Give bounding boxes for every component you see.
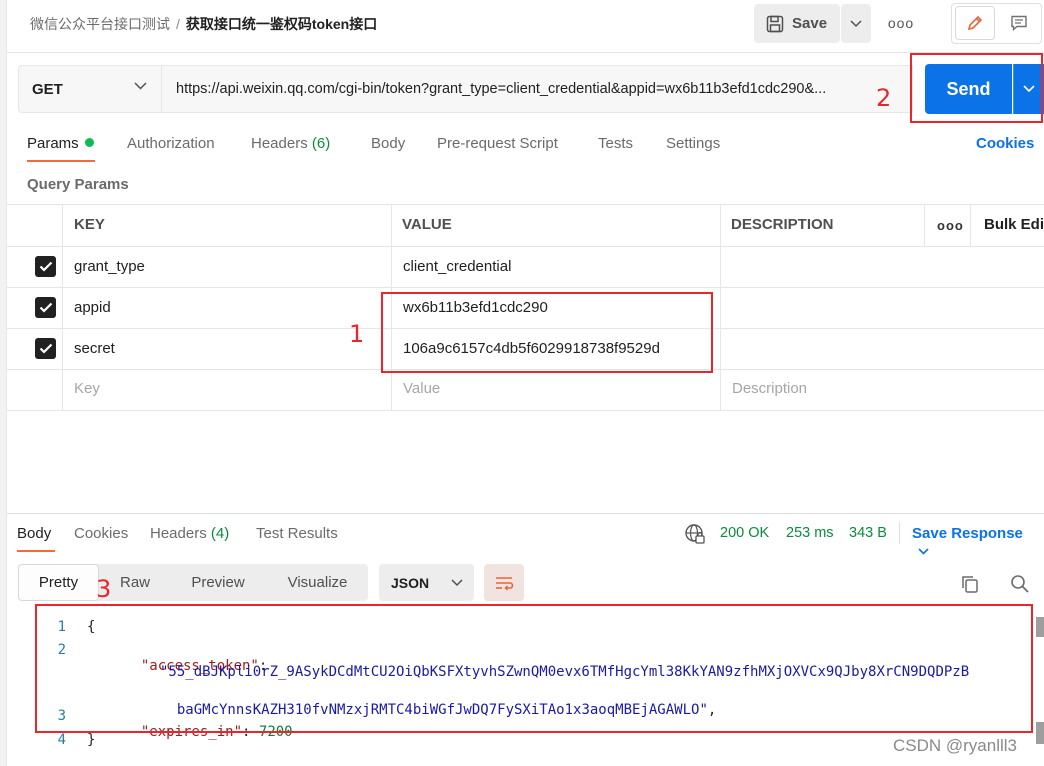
method-select[interactable]: GET xyxy=(18,65,162,113)
param-key-cell[interactable]: grant_type xyxy=(74,258,145,275)
table-options-button[interactable]: ooo xyxy=(937,218,964,233)
url-value: https://api.weixin.qq.com/cgi-bin/token?… xyxy=(176,81,827,97)
format-tab-pretty[interactable]: Pretty xyxy=(18,564,99,601)
response-tab-cookies[interactable]: Cookies xyxy=(74,525,128,542)
tab-headers[interactable]: Headers (6) xyxy=(251,135,330,152)
status-divider xyxy=(899,522,900,544)
response-language-select[interactable]: JSON xyxy=(379,564,474,601)
params-active-dot xyxy=(84,138,94,147)
table-col-divider xyxy=(924,204,925,246)
param-enabled-checkbox[interactable] xyxy=(35,338,56,359)
new-param-value-input[interactable]: Value xyxy=(403,380,440,397)
save-response-label: Save Response xyxy=(912,525,1023,542)
comment-icon xyxy=(1011,15,1027,32)
table-border xyxy=(7,287,1044,288)
breadcrumb-collection[interactable]: 微信公众平台接口测试 xyxy=(30,16,170,32)
globe-icon[interactable] xyxy=(684,523,706,545)
tab-headers-label: Headers xyxy=(251,135,308,152)
save-icon xyxy=(766,15,784,32)
response-time[interactable]: 253 ms xyxy=(786,525,834,541)
json-brace-close: } xyxy=(87,732,96,748)
table-border-bottom xyxy=(7,410,1044,411)
chevron-down-icon xyxy=(451,578,463,586)
param-enabled-checkbox[interactable] xyxy=(35,256,56,277)
format-tab-raw[interactable]: Raw xyxy=(104,564,166,601)
headers-count: (6) xyxy=(311,135,331,152)
query-params-heading: Query Params xyxy=(27,176,129,193)
save-button-label: Save xyxy=(792,15,828,32)
response-divider xyxy=(7,513,1044,514)
tab-params-label: Params xyxy=(27,135,79,152)
response-status[interactable]: 200 OK xyxy=(720,525,769,541)
annotation-box-response xyxy=(35,604,1033,733)
tab-authorization[interactable]: Authorization xyxy=(127,135,215,152)
chevron-down-icon xyxy=(850,19,862,27)
tab-settings[interactable]: Settings xyxy=(666,135,720,152)
checkmark-icon xyxy=(39,261,52,272)
column-header-value: VALUE xyxy=(402,216,452,233)
save-options-button[interactable] xyxy=(841,4,871,43)
table-border-top xyxy=(7,204,1044,205)
header-divider xyxy=(7,52,1044,53)
response-scrollbar-thumb-lower[interactable] xyxy=(1036,722,1044,744)
param-key-cell[interactable]: secret xyxy=(74,340,115,357)
table-col-divider xyxy=(720,204,721,411)
response-language-value: JSON xyxy=(391,574,430,591)
chevron-down-icon xyxy=(918,548,929,555)
save-button[interactable]: Save xyxy=(754,4,840,43)
checkmark-icon xyxy=(39,343,52,354)
param-value-cell[interactable]: client_credential xyxy=(403,258,511,275)
breadcrumb-separator: / xyxy=(176,16,180,32)
pencil-icon xyxy=(967,15,983,31)
tab-pre-request-script[interactable]: Pre-request Script xyxy=(437,135,558,152)
annotation-label-3: 3 xyxy=(96,575,112,603)
param-key-cell[interactable]: appid xyxy=(74,299,111,316)
annotation-label-2: 2 xyxy=(876,84,892,112)
param-enabled-checkbox[interactable] xyxy=(35,297,56,318)
search-icon[interactable] xyxy=(1010,574,1030,594)
table-col-divider xyxy=(62,204,63,411)
checkmark-icon xyxy=(39,302,52,313)
chevron-down-icon xyxy=(134,82,147,90)
bulk-edit-button[interactable]: Bulk Edit xyxy=(984,216,1044,233)
tab-params[interactable]: Params xyxy=(27,135,94,152)
method-value: GET xyxy=(32,80,63,98)
response-tab-test-results[interactable]: Test Results xyxy=(256,525,338,542)
documentation-mode-button[interactable] xyxy=(999,6,1039,40)
annotation-box-send xyxy=(910,53,1043,123)
format-tab-preview[interactable]: Preview xyxy=(176,564,260,601)
cookies-link[interactable]: Cookies xyxy=(976,135,1034,152)
response-headers-count: (4) xyxy=(210,525,230,542)
response-tab-headers-label: Headers xyxy=(150,525,207,542)
wrap-lines-icon xyxy=(496,576,514,591)
response-scrollbar-thumb[interactable] xyxy=(1036,617,1044,637)
tab-body[interactable]: Body xyxy=(371,135,405,152)
new-param-key-input[interactable]: Key xyxy=(74,380,100,397)
more-actions-button[interactable]: ooo xyxy=(886,10,916,36)
edit-mode-button[interactable] xyxy=(955,6,995,40)
copy-icon[interactable] xyxy=(960,574,980,594)
save-response-button[interactable]: Save Response xyxy=(912,525,1044,559)
column-header-key: KEY xyxy=(74,216,105,233)
watermark: CSDN @ryanlll3 xyxy=(893,736,1018,755)
response-size[interactable]: 343 B xyxy=(849,525,887,541)
url-input[interactable]: https://api.weixin.qq.com/cgi-bin/token?… xyxy=(161,65,913,113)
wrap-lines-button[interactable] xyxy=(484,564,524,601)
annotation-box-params xyxy=(381,292,713,373)
response-tab-body[interactable]: Body xyxy=(17,525,51,542)
breadcrumb: 微信公众平台接口测试 / 获取接口统一鉴权码token接口 xyxy=(30,14,377,34)
annotation-label-1: 1 xyxy=(349,320,365,348)
new-param-description-input[interactable]: Description xyxy=(732,380,807,397)
tab-tests[interactable]: Tests xyxy=(598,135,633,152)
app-sidebar-edge xyxy=(0,0,7,766)
active-tab-indicator xyxy=(27,160,95,162)
breadcrumb-request-name[interactable]: 获取接口统一鉴权码token接口 xyxy=(186,16,377,32)
format-tab-visualize[interactable]: Visualize xyxy=(270,564,365,601)
table-col-divider xyxy=(970,204,971,246)
table-border xyxy=(7,246,1044,247)
response-tab-headers[interactable]: Headers (4) xyxy=(150,525,229,542)
column-header-description: DESCRIPTION xyxy=(731,216,834,233)
active-response-tab-indicator xyxy=(17,550,55,552)
line-number: 4 xyxy=(57,732,66,748)
